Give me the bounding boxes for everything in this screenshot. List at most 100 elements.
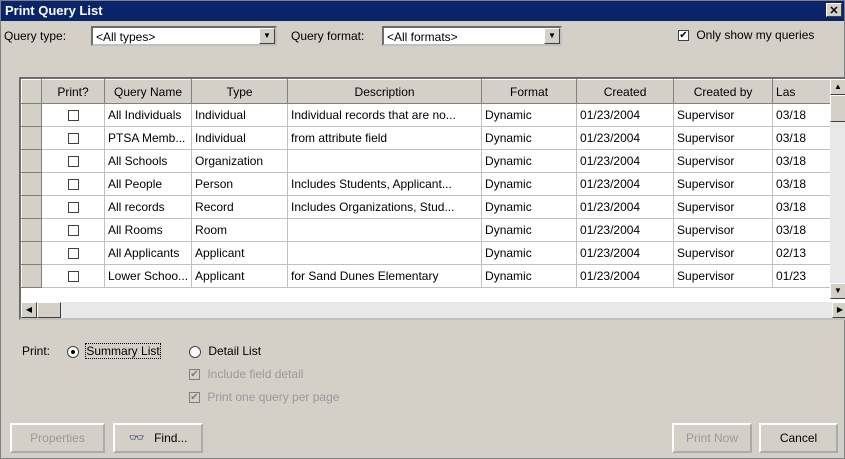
table-row[interactable]: All records Record Includes Organizations,… [21, 195, 834, 219]
cell-description [287, 218, 483, 242]
cell-format: Dynamic [481, 172, 578, 196]
query-format-select[interactable]: <All formats> ▼ [382, 26, 562, 46]
include-field-detail-option[interactable]: ✔ Include field detail [189, 367, 303, 381]
query-type-select[interactable]: <All types> ▼ [91, 26, 277, 46]
cell-created: 01/23/2004 [576, 241, 675, 265]
print-checkbox[interactable] [67, 271, 79, 283]
row-selector[interactable] [21, 195, 42, 219]
cell-description: Includes Students, Applicant... [287, 172, 483, 196]
chevron-down-icon[interactable]: ▼ [259, 28, 275, 44]
scroll-down-button[interactable]: ▼ [830, 283, 845, 299]
row-selector[interactable] [21, 172, 42, 196]
print-cell [41, 126, 105, 150]
header-row: Print? Query Name Type Description Forma… [21, 79, 834, 104]
cell-type: Applicant [191, 241, 289, 265]
row-selector[interactable] [21, 218, 42, 242]
cell-created: 01/23/2004 [576, 195, 675, 219]
table-row[interactable]: All Rooms Room Dynamic 01/23/2004 Supervisor… [21, 218, 834, 242]
one-query-per-page-checkbox[interactable]: ✔ [189, 392, 200, 404]
print-checkbox[interactable] [67, 133, 79, 145]
cell-type: Individual [191, 126, 289, 150]
print-cell [41, 195, 105, 219]
cell-last: 03/18 [772, 103, 834, 127]
vertical-scrollbar[interactable]: ▲ ▼ [830, 79, 845, 299]
row-selector[interactable] [21, 241, 42, 265]
cell-created-by: Supervisor [673, 172, 774, 196]
print-query-list-dialog: Print Query List ✕ Query type: <All type… [0, 0, 845, 459]
cell-query-name: All Rooms [104, 218, 193, 242]
row-selector[interactable] [21, 264, 42, 288]
print-checkbox[interactable] [67, 179, 79, 191]
print-checkbox[interactable] [67, 202, 79, 214]
cell-created-by: Supervisor [673, 103, 774, 127]
summary-list-radio[interactable] [67, 345, 79, 358]
column-header-print[interactable]: Print? [41, 79, 105, 104]
row-selector[interactable] [21, 126, 42, 150]
table-row[interactable]: All Individuals Individual Individual reco… [21, 103, 834, 127]
column-header-type[interactable]: Type [191, 79, 289, 104]
print-cell [41, 264, 105, 288]
cell-created: 01/23/2004 [576, 172, 675, 196]
table-row[interactable]: All Applicants Applicant Dynamic 01/23/2004… [21, 241, 834, 265]
vertical-scroll-thumb[interactable] [830, 95, 845, 122]
cell-last: 03/18 [772, 149, 834, 173]
scroll-up-button[interactable]: ▲ [830, 79, 845, 95]
cell-created: 01/23/2004 [576, 126, 675, 150]
print-cell [41, 103, 105, 127]
cell-type: Person [191, 172, 289, 196]
scroll-left-button[interactable]: ◀ [21, 302, 37, 318]
print-checkbox[interactable] [67, 248, 79, 260]
cell-created-by: Supervisor [673, 149, 774, 173]
print-cell [41, 172, 105, 196]
table-row[interactable]: All Schools Organization Dynamic 01/23/2004… [21, 149, 834, 173]
print-checkbox[interactable] [67, 110, 79, 122]
close-icon: ✕ [829, 5, 839, 17]
cell-created-by: Supervisor [673, 195, 774, 219]
summary-list-label: Summary List [85, 343, 161, 359]
table-row[interactable]: All People Person Includes Students, Appli… [21, 172, 834, 196]
scroll-right-button[interactable]: ▶ [832, 302, 845, 318]
cell-format: Dynamic [481, 126, 578, 150]
row-selector[interactable] [21, 103, 42, 127]
properties-button[interactable]: Properties [10, 423, 105, 453]
row-selector[interactable] [21, 149, 42, 173]
find-button[interactable]: 👓 Find... [113, 423, 203, 453]
cell-last: 03/18 [772, 218, 834, 242]
print-label: Print: [22, 344, 51, 358]
column-header-format[interactable]: Format [481, 79, 578, 104]
column-header-description[interactable]: Description [287, 79, 483, 104]
horizontal-scroll-thumb[interactable] [37, 302, 61, 318]
cell-format: Dynamic [481, 218, 578, 242]
horizontal-scrollbar[interactable]: ◀ ▶ [21, 302, 845, 318]
print-cell [41, 149, 105, 173]
only-my-queries-checkbox[interactable]: ✔ [678, 30, 689, 42]
cell-description: Includes Organizations, Stud... [287, 195, 483, 219]
cell-description: for Sand Dunes Elementary [287, 264, 483, 288]
cell-last: 02/13 [772, 241, 834, 265]
close-button[interactable]: ✕ [826, 3, 842, 17]
print-checkbox[interactable] [67, 225, 79, 237]
cell-created-by: Supervisor [673, 264, 774, 288]
column-header-last[interactable]: Las [772, 79, 834, 104]
cancel-button[interactable]: Cancel [759, 423, 838, 453]
cell-created: 01/23/2004 [576, 264, 675, 288]
cell-last: 03/18 [772, 195, 834, 219]
column-header-query-name[interactable]: Query Name [103, 79, 193, 104]
only-my-queries-option[interactable]: ✔ Only show my queries [678, 28, 814, 42]
cell-query-name: All Applicants [104, 241, 193, 265]
print-checkbox[interactable] [67, 156, 79, 168]
column-header-created[interactable]: Created [576, 79, 675, 104]
include-field-detail-checkbox[interactable]: ✔ [189, 369, 200, 381]
cell-last: 03/18 [772, 126, 834, 150]
print-now-button[interactable]: Print Now [672, 423, 752, 453]
query-grid[interactable]: Print? Query Name Type Description Forma… [19, 77, 845, 320]
table-row[interactable]: PTSA Memb... Individual from attribute fie… [21, 126, 834, 150]
chevron-down-icon[interactable]: ▼ [544, 28, 560, 44]
detail-list-radio[interactable] [189, 345, 201, 358]
one-query-per-page-option[interactable]: ✔ Print one query per page [189, 390, 339, 404]
detail-list-option[interactable]: Detail List [189, 344, 261, 358]
summary-list-option[interactable]: Summary List [67, 343, 161, 359]
cell-created: 01/23/2004 [576, 103, 675, 127]
column-header-created-by[interactable]: Created by [673, 79, 774, 104]
table-row[interactable]: Lower Schoo... Applicant for Sand Dunes El… [21, 264, 834, 288]
